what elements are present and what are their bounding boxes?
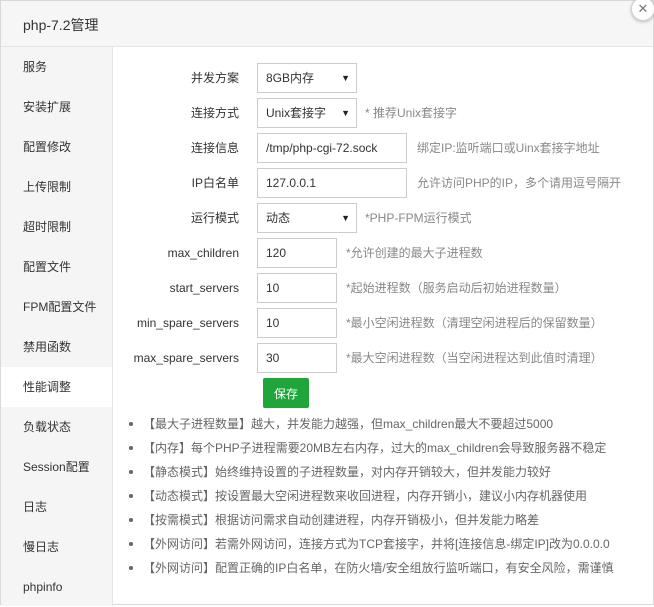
tip-text: 【按需模式】根据访问需求自动创建进程，内存开销极小，但并发能力略差: [143, 513, 540, 527]
tip-text: 【最大子进程数量】越大，并发能力越强，但max_children最大不要超过50…: [143, 417, 554, 431]
min-spare-servers-hint: *最小空闲进程数（清理空闲进程后的保留数量）: [346, 316, 603, 330]
connect-mode-label: 连接方式: [190, 106, 239, 120]
sidebar: 服务 安装扩展 配置修改 上传限制 超时限制 配置文件 FPM配置文件 禁用函数…: [1, 47, 113, 606]
tip-text: 【静态模式】始终维持设置的子进程数量，对内存开销较大，但并发能力较好: [143, 465, 552, 479]
max-children-label: max_children: [167, 246, 239, 260]
chevron-down-icon: ▼: [341, 73, 350, 83]
dialog-titlebar: php-7.2管理: [1, 1, 653, 47]
max-children-hint: *允许创建的最大子进程数: [346, 246, 483, 260]
start-servers-hint: *起始进程数（服务启动后初始进程数量）: [346, 281, 567, 295]
chevron-down-icon: ▼: [341, 213, 350, 223]
concurrency-label: 并发方案: [190, 71, 239, 85]
sidebar-item-fpm-config-file[interactable]: FPM配置文件: [1, 287, 112, 327]
connect-info-hint: 绑定IP:监听端口或Uinx套接字地址: [417, 141, 600, 155]
sidebar-item-performance-tuning[interactable]: 性能调整: [1, 367, 112, 407]
sidebar-item-disabled-functions[interactable]: 禁用函数: [1, 327, 112, 367]
dialog-title: php-7.2管理: [23, 17, 99, 33]
run-mode-select[interactable]: 动态 ▼: [257, 203, 357, 233]
tip-text: 【内存】每个PHP子进程需要20MB左右内存，过大的max_children会导…: [143, 441, 607, 455]
list-item: 【动态模式】按设置最大空闲进程数来收回进程，内存开销小，建议小内存机器使用: [127, 484, 647, 508]
chevron-down-icon: ▼: [341, 108, 350, 118]
form-row-max-spare-servers: max_spare_servers 30 *最大空闲进程数（当空闲进程达到此值时…: [113, 343, 654, 373]
max-spare-servers-hint: *最大空闲进程数（当空闲进程达到此值时清理）: [346, 351, 603, 365]
form-row-connect-mode: 连接方式 Unix套接字 ▼ * 推荐Unix套接字: [113, 98, 654, 128]
bullet-icon: [129, 518, 133, 522]
ip-whitelist-label: IP白名单: [191, 176, 239, 190]
max-spare-servers-label: max_spare_servers: [133, 351, 239, 365]
sidebar-item-config-edit[interactable]: 配置修改: [1, 127, 112, 167]
bullet-icon: [129, 494, 133, 498]
bullet-icon: [129, 542, 133, 546]
php-manager-dialog: php-7.2管理 ✕ 服务 安装扩展 配置修改 上传限制 超时限制 配置文件 …: [0, 0, 654, 606]
connect-mode-hint: * 推荐Unix套接字: [365, 106, 458, 120]
bullet-icon: [129, 470, 133, 474]
close-icon[interactable]: ✕: [631, 0, 654, 21]
sidebar-item-session-config[interactable]: Session配置: [1, 447, 112, 487]
list-item: 【静态模式】始终维持设置的子进程数量，对内存开销较大，但并发能力较好: [127, 460, 647, 484]
form-row-min-spare-servers: min_spare_servers 10 *最小空闲进程数（清理空闲进程后的保留…: [113, 308, 654, 338]
bullet-icon: [129, 446, 133, 450]
connect-mode-select[interactable]: Unix套接字 ▼: [257, 98, 357, 128]
max-spare-servers-input[interactable]: 30: [257, 343, 337, 373]
tip-text: 【动态模式】按设置最大空闲进程数来收回进程，内存开销小，建议小内存机器使用: [143, 489, 588, 503]
form-row-run-mode: 运行模式 动态 ▼ *PHP-FPM运行模式: [113, 203, 654, 233]
ip-whitelist-input[interactable]: 127.0.0.1: [257, 168, 407, 198]
sidebar-item-install-extensions[interactable]: 安装扩展: [1, 87, 112, 127]
bullet-icon: [129, 566, 133, 570]
sidebar-item-upload-limit[interactable]: 上传限制: [1, 167, 112, 207]
performance-tuning-panel: 并发方案 8GB内存 ▼ 连接方式 Unix套接字 ▼ * 推荐Unix套接字 …: [113, 47, 654, 606]
bullet-icon: [129, 422, 133, 426]
concurrency-value: 8GB内存: [266, 71, 315, 85]
max-children-input[interactable]: 120: [257, 238, 337, 268]
start-servers-input[interactable]: 10: [257, 273, 337, 303]
min-spare-servers-input[interactable]: 10: [257, 308, 337, 338]
sidebar-item-slow-logs[interactable]: 慢日志: [1, 527, 112, 567]
run-mode-label: 运行模式: [190, 211, 239, 225]
list-item: 【按需模式】根据访问需求自动创建进程，内存开销极小，但并发能力略差: [127, 508, 647, 532]
list-item: 【外网访问】若需外网访问，连接方式为TCP套接字，并将[连接信息-绑定IP]改为…: [127, 532, 647, 556]
sidebar-item-timeout-limit[interactable]: 超时限制: [1, 207, 112, 247]
sidebar-item-config-file[interactable]: 配置文件: [1, 247, 112, 287]
list-item: 【外网访问】配置正确的IP白名单，在防火墙/安全组放行监听端口，有安全风险，需谨…: [127, 556, 647, 580]
form-row-ip-whitelist: IP白名单 127.0.0.1 允许访问PHP的IP，多个请用逗号隔开: [113, 168, 654, 198]
connect-info-label: 连接信息: [190, 141, 239, 155]
sidebar-item-logs[interactable]: 日志: [1, 487, 112, 527]
connect-info-input[interactable]: /tmp/php-cgi-72.sock: [257, 133, 407, 163]
list-item: 【内存】每个PHP子进程需要20MB左右内存，过大的max_children会导…: [127, 436, 647, 460]
tip-text: 【外网访问】若需外网访问，连接方式为TCP套接字，并将[连接信息-绑定IP]改为…: [143, 537, 610, 551]
tip-text: 【外网访问】配置正确的IP白名单，在防火墙/安全组放行监听端口，有安全风险，需谨…: [143, 561, 614, 575]
sidebar-item-phpinfo[interactable]: phpinfo: [1, 567, 112, 607]
ip-whitelist-hint: 允许访问PHP的IP，多个请用逗号隔开: [417, 176, 622, 190]
concurrency-select[interactable]: 8GB内存 ▼: [257, 63, 357, 93]
tips-list: 【最大子进程数量】越大，并发能力越强，但max_children最大不要超过50…: [127, 412, 647, 580]
form-row-start-servers: start_servers 10 *起始进程数（服务启动后初始进程数量）: [113, 273, 654, 303]
form-row-max-children: max_children 120 *允许创建的最大子进程数: [113, 238, 654, 268]
min-spare-servers-label: min_spare_servers: [136, 316, 239, 330]
start-servers-label: start_servers: [169, 281, 239, 295]
form-row-concurrency: 并发方案 8GB内存 ▼: [113, 63, 654, 93]
connect-mode-value: Unix套接字: [266, 106, 327, 120]
list-item: 【最大子进程数量】越大，并发能力越强，但max_children最大不要超过50…: [127, 412, 647, 436]
run-mode-value: 动态: [266, 211, 291, 225]
form-row-connect-info: 连接信息 /tmp/php-cgi-72.sock 绑定IP:监听端口或Uinx…: [113, 133, 654, 163]
sidebar-item-load-status[interactable]: 负载状态: [1, 407, 112, 447]
sidebar-item-service[interactable]: 服务: [1, 47, 112, 87]
run-mode-hint: *PHP-FPM运行模式: [365, 211, 472, 225]
save-button[interactable]: 保存: [263, 378, 309, 408]
